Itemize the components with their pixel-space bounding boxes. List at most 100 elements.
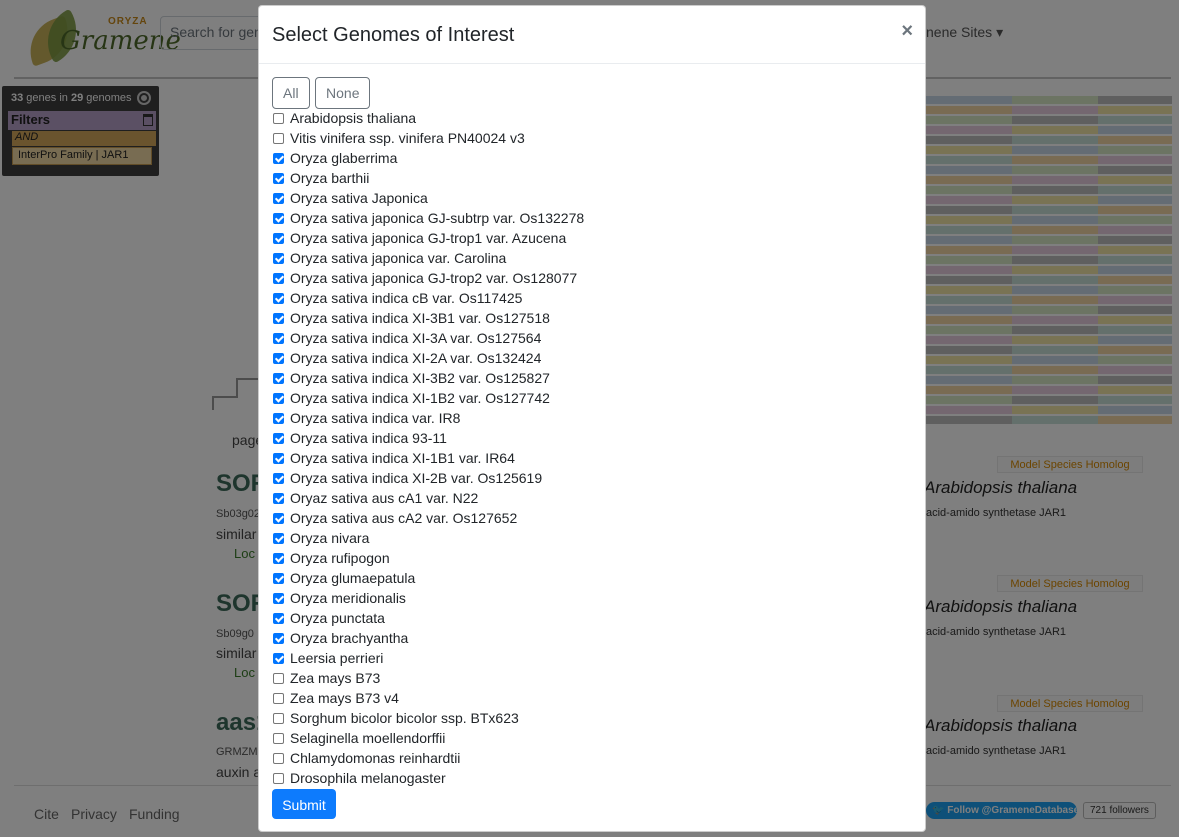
- genome-checkbox[interactable]: [273, 772, 284, 784]
- genome-label[interactable]: Chlamydomonas reinhardtii: [290, 750, 460, 766]
- genome-label[interactable]: Selaginella moellendorffii: [290, 730, 445, 746]
- genome-option[interactable]: Oryaz sativa aus cA1 var. N22: [273, 488, 913, 508]
- genome-checkbox[interactable]: [273, 492, 284, 504]
- genome-checkbox[interactable]: [273, 712, 284, 724]
- genome-option[interactable]: Oryza brachyantha: [273, 628, 913, 648]
- genome-checkbox[interactable]: [273, 552, 284, 564]
- genome-label[interactable]: Oryza sativa indica var. IR8: [290, 410, 460, 426]
- genome-label[interactable]: Arabidopsis thaliana: [290, 110, 416, 126]
- genome-option[interactable]: Oryza sativa indica XI-3A var. Os127564: [273, 328, 913, 348]
- genome-checkbox[interactable]: [273, 332, 284, 344]
- genome-checkbox[interactable]: [273, 572, 284, 584]
- genome-label[interactable]: Oryza sativa Japonica: [290, 190, 428, 206]
- genome-option[interactable]: Oryza sativa japonica GJ-trop2 var. Os12…: [273, 268, 913, 288]
- genome-option[interactable]: Vitis vinifera ssp. vinifera PN40024 v3: [273, 128, 913, 148]
- genome-label[interactable]: Oryza barthii: [290, 170, 369, 186]
- genome-label[interactable]: Oryaz sativa aus cA1 var. N22: [290, 490, 478, 506]
- genome-label[interactable]: Oryza glumaepatula: [290, 570, 415, 586]
- select-all-button[interactable]: All: [272, 77, 310, 109]
- genome-option[interactable]: Oryza sativa japonica GJ-subtrp var. Os1…: [273, 208, 913, 228]
- genome-option[interactable]: Zea mays B73 v4: [273, 688, 913, 708]
- genome-checkbox[interactable]: [273, 272, 284, 284]
- genome-checkbox[interactable]: [273, 192, 284, 204]
- genome-option[interactable]: Oryza sativa indica XI-3B2 var. Os125827: [273, 368, 913, 388]
- genome-label[interactable]: Drosophila melanogaster: [290, 770, 446, 786]
- genome-label[interactable]: Zea mays B73 v4: [290, 690, 399, 706]
- genome-checkbox[interactable]: [273, 312, 284, 324]
- genome-label[interactable]: Zea mays B73: [290, 670, 380, 686]
- genome-option[interactable]: Oryza sativa indica cB var. Os117425: [273, 288, 913, 308]
- genome-label[interactable]: Oryza sativa japonica GJ-trop2 var. Os12…: [290, 270, 577, 286]
- genome-option[interactable]: Oryza sativa indica XI-2B var. Os125619: [273, 468, 913, 488]
- genome-option[interactable]: Oryza glaberrima: [273, 148, 913, 168]
- genome-option[interactable]: Oryza glumaepatula: [273, 568, 913, 588]
- genome-option[interactable]: Oryza sativa indica 93-11: [273, 428, 913, 448]
- genome-checkbox[interactable]: [273, 352, 284, 364]
- genome-label[interactable]: Oryza sativa indica XI-2B var. Os125619: [290, 470, 542, 486]
- genome-label[interactable]: Oryza brachyantha: [290, 630, 408, 646]
- genome-checkbox[interactable]: [273, 672, 284, 684]
- genome-label[interactable]: Oryza sativa indica XI-3A var. Os127564: [290, 330, 541, 346]
- genome-label[interactable]: Oryza sativa indica XI-1B1 var. IR64: [290, 450, 515, 466]
- genome-label[interactable]: Oryza glaberrima: [290, 150, 397, 166]
- genome-checkbox[interactable]: [273, 652, 284, 664]
- select-none-button[interactable]: None: [315, 77, 371, 109]
- genome-label[interactable]: Oryza rufipogon: [290, 550, 390, 566]
- genome-option[interactable]: Oryza barthii: [273, 168, 913, 188]
- close-icon[interactable]: ×: [901, 20, 913, 43]
- genome-checkbox[interactable]: [273, 612, 284, 624]
- genome-label[interactable]: Oryza sativa indica 93-11: [290, 430, 447, 446]
- genome-option[interactable]: Oryza sativa indica XI-2A var. Os132424: [273, 348, 913, 368]
- genome-option[interactable]: Oryza sativa indica var. IR8: [273, 408, 913, 428]
- genome-label[interactable]: Oryza sativa indica XI-3B2 var. Os125827: [290, 370, 550, 386]
- submit-button[interactable]: Submit: [272, 789, 336, 819]
- genome-checkbox[interactable]: [273, 512, 284, 524]
- genome-checkbox[interactable]: [273, 632, 284, 644]
- genome-checkbox[interactable]: [273, 252, 284, 264]
- genome-checkbox[interactable]: [273, 592, 284, 604]
- genome-option[interactable]: Selaginella moellendorffii: [273, 728, 913, 748]
- genome-checkbox[interactable]: [273, 372, 284, 384]
- genome-checkbox[interactable]: [273, 112, 284, 124]
- genome-option[interactable]: Oryza sativa indica XI-1B2 var. Os127742: [273, 388, 913, 408]
- genome-option[interactable]: Oryza nivara: [273, 528, 913, 548]
- genome-checkbox[interactable]: [273, 152, 284, 164]
- genome-option[interactable]: Oryza sativa japonica GJ-trop1 var. Azuc…: [273, 228, 913, 248]
- genome-label[interactable]: Vitis vinifera ssp. vinifera PN40024 v3: [290, 130, 525, 146]
- genome-checkbox[interactable]: [273, 752, 284, 764]
- genome-label[interactable]: Sorghum bicolor bicolor ssp. BTx623: [290, 710, 519, 726]
- genome-option[interactable]: Oryza sativa indica XI-3B1 var. Os127518: [273, 308, 913, 328]
- genome-label[interactable]: Oryza nivara: [290, 530, 369, 546]
- genome-checkbox[interactable]: [273, 212, 284, 224]
- genome-label[interactable]: Oryza sativa indica cB var. Os117425: [290, 290, 522, 306]
- genome-label[interactable]: Oryza sativa indica XI-2A var. Os132424: [290, 350, 541, 366]
- genome-option[interactable]: Oryza rufipogon: [273, 548, 913, 568]
- genome-option[interactable]: Leersia perrieri: [273, 648, 913, 668]
- genome-label[interactable]: Oryza sativa japonica GJ-subtrp var. Os1…: [290, 210, 584, 226]
- genome-label[interactable]: Oryza sativa japonica var. Carolina: [290, 250, 506, 266]
- genome-option[interactable]: Oryza sativa japonica var. Carolina: [273, 248, 913, 268]
- genome-checkbox[interactable]: [273, 292, 284, 304]
- genome-label[interactable]: Leersia perrieri: [290, 650, 383, 666]
- genome-label[interactable]: Oryza sativa aus cA2 var. Os127652: [290, 510, 517, 526]
- genome-checkbox[interactable]: [273, 392, 284, 404]
- genome-checkbox[interactable]: [273, 412, 284, 424]
- genome-checkbox[interactable]: [273, 732, 284, 744]
- genome-checkbox[interactable]: [273, 452, 284, 464]
- genome-checkbox[interactable]: [273, 432, 284, 444]
- genome-checkbox[interactable]: [273, 532, 284, 544]
- genome-option[interactable]: Oryza sativa Japonica: [273, 188, 913, 208]
- genome-option[interactable]: Chlamydomonas reinhardtii: [273, 748, 913, 768]
- genome-option[interactable]: Arabidopsis thaliana: [273, 108, 913, 128]
- genome-option[interactable]: Zea mays B73: [273, 668, 913, 688]
- genome-checkbox[interactable]: [273, 692, 284, 704]
- genome-option[interactable]: Drosophila melanogaster: [273, 768, 913, 788]
- genome-checkbox[interactable]: [273, 472, 284, 484]
- genome-option[interactable]: Oryza meridionalis: [273, 588, 913, 608]
- genome-label[interactable]: Oryza punctata: [290, 610, 385, 626]
- genome-checkbox[interactable]: [273, 132, 284, 144]
- genome-label[interactable]: Oryza sativa japonica GJ-trop1 var. Azuc…: [290, 230, 566, 246]
- genome-option[interactable]: Oryza sativa indica XI-1B1 var. IR64: [273, 448, 913, 468]
- genome-option[interactable]: Oryza punctata: [273, 608, 913, 628]
- genome-label[interactable]: Oryza sativa indica XI-1B2 var. Os127742: [290, 390, 550, 406]
